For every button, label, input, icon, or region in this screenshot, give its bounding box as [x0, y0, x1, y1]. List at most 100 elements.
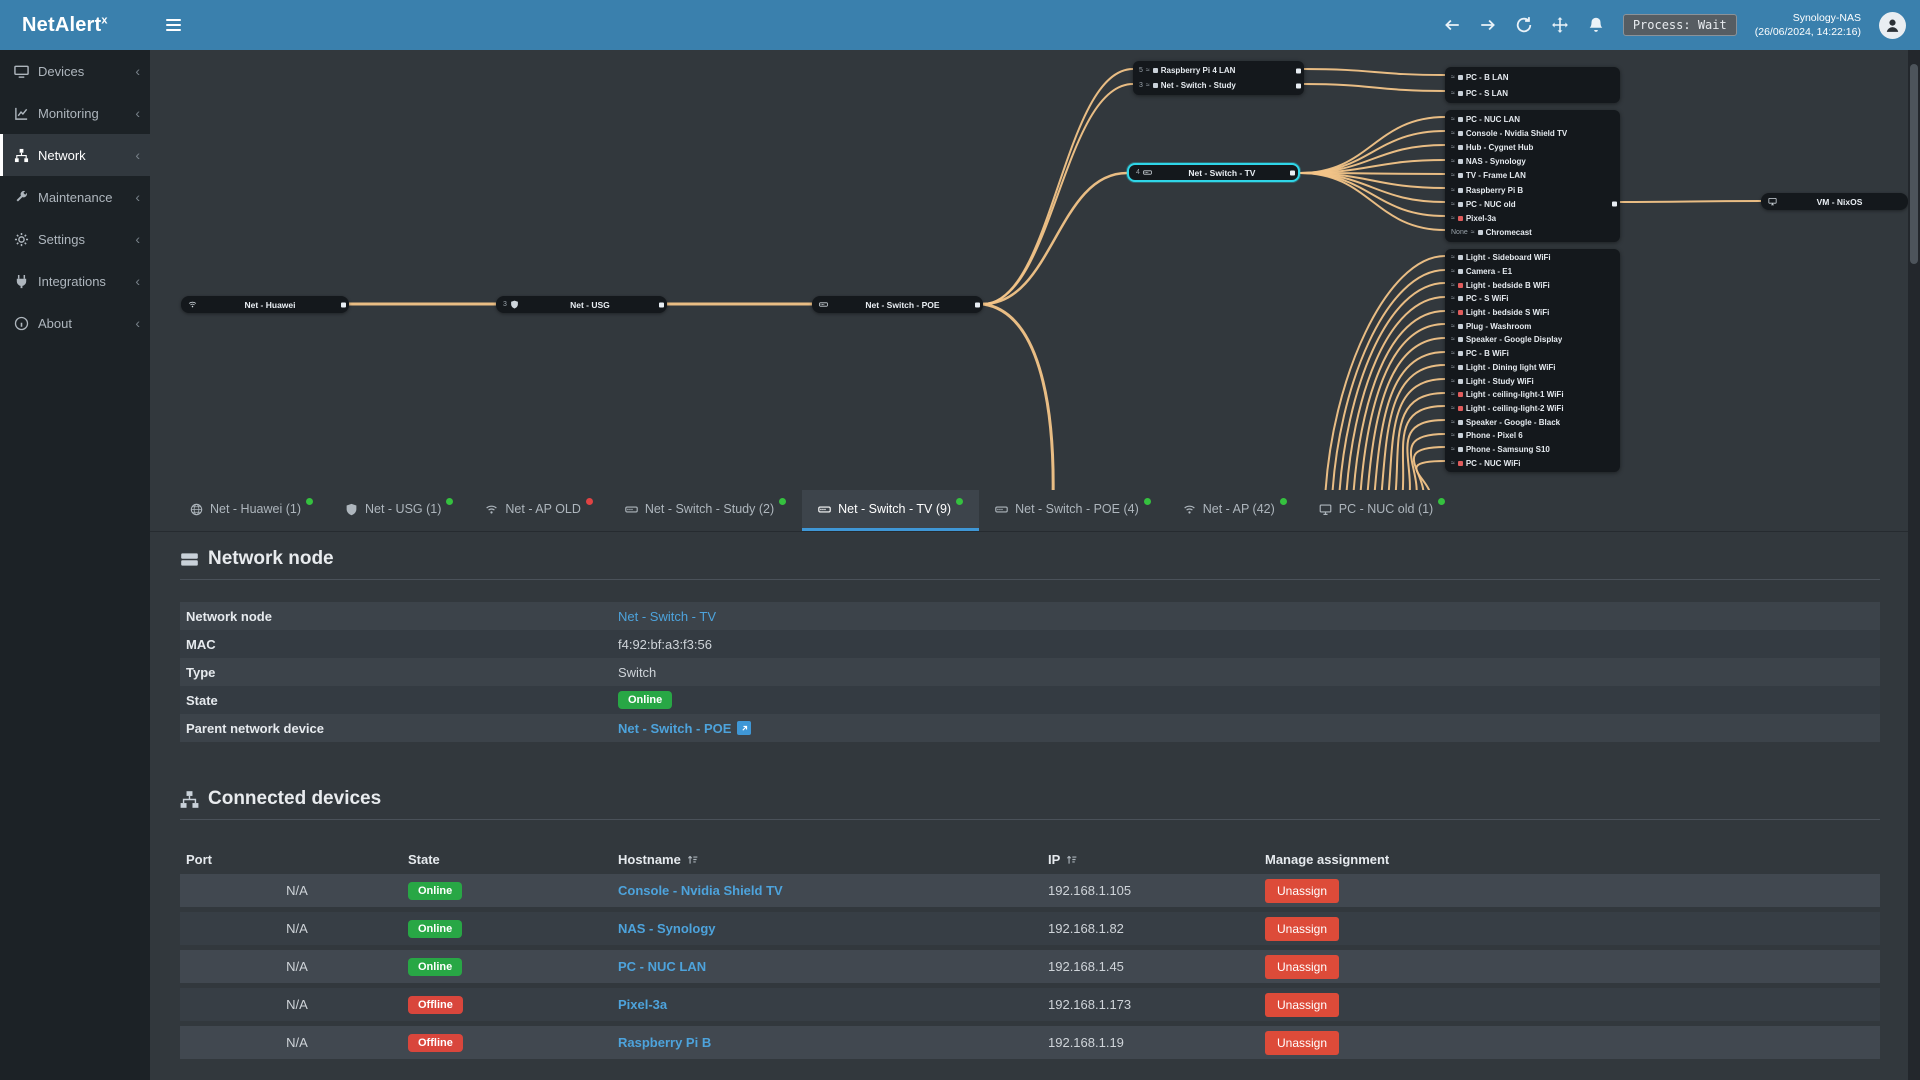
node-tabs: Net - Huawei (1) Net - USG (1) Net - AP OL… [150, 490, 1908, 532]
link-type-icon: ≈ [1451, 350, 1455, 358]
diagram-device[interactable]: ≈ PC - S LAN [1445, 85, 1620, 101]
diagram-device[interactable]: ≈ PC - NUC LAN [1445, 112, 1620, 126]
device-icon [1457, 74, 1463, 80]
device-label: Raspberry Pi B [1465, 185, 1524, 195]
chevron-left-icon [135, 315, 140, 331]
hostname-link[interactable]: Console - Nvidia Shield TV [618, 883, 783, 898]
refresh-icon[interactable] [1515, 16, 1533, 34]
diagram-device[interactable]: ≈ Speaker - Google - Black [1445, 415, 1620, 429]
sidebar-item-settings[interactable]: Settings [0, 218, 150, 260]
diagram-device[interactable]: ≈ Phone - Pixel 6 [1445, 429, 1620, 443]
node-link[interactable]: Net - Switch - POE [618, 721, 731, 736]
diagram-device[interactable]: ≈ Light - bedside S WiFi [1445, 306, 1620, 320]
tab-net-ap[interactable]: Net - AP (42) [1167, 490, 1303, 531]
sidebar-item-about[interactable]: About [0, 302, 150, 344]
diagram-device[interactable]: ≈ Raspberry Pi B [1445, 183, 1620, 197]
diagram-device[interactable]: ≈ Light - bedside B WiFi [1445, 278, 1620, 292]
diagram-device[interactable]: ≈ Camera - E1 [1445, 265, 1620, 279]
diagram-device[interactable]: None ≈ Chromecast [1445, 226, 1620, 240]
device-label: PC - NUC LAN [1465, 114, 1521, 124]
back-icon[interactable] [1443, 16, 1461, 34]
device-icon [1457, 433, 1463, 439]
avatar[interactable] [1879, 11, 1906, 39]
unassign-button[interactable]: Unassign [1265, 916, 1340, 941]
hostname-cell: Raspberry Pi B [618, 1035, 1048, 1050]
unassign-button[interactable]: Unassign [1265, 992, 1340, 1017]
diagram-device[interactable]: ≈ Light - Sideboard WiFi [1445, 251, 1620, 265]
diagram-device[interactable]: ≈ Phone - Samsung S10 [1445, 443, 1620, 457]
tab-label: Net - AP OLD [505, 502, 581, 516]
node-link[interactable]: Net - Switch - TV [618, 609, 716, 624]
tab-net-ap-old[interactable]: Net - AP OLD [469, 490, 609, 531]
diagram-device[interactable]: ≈ Console - Nvidia Shield TV [1445, 126, 1620, 140]
column-header-ip[interactable]: IP [1048, 852, 1265, 867]
tab-net-switch-poe[interactable]: Net - Switch - POE (4) [979, 490, 1167, 531]
app-logo[interactable]: NetAlertx [0, 14, 150, 37]
link-type-icon: ≈ [1145, 67, 1150, 74]
diagram-device[interactable]: ≈ Speaker - Google Display [1445, 333, 1620, 347]
diagram-device[interactable]: ≈ Light - ceiling-light-2 WiFi [1445, 402, 1620, 416]
sidebar-item-label: Maintenance [38, 189, 113, 205]
move-icon[interactable] [1551, 16, 1569, 34]
sort-icon[interactable] [1065, 853, 1078, 866]
diagram-device[interactable]: ≈ Hub - Cygnet Hub [1445, 140, 1620, 154]
diagram-device[interactable]: ≈ Light - Study WiFi [1445, 374, 1620, 388]
forward-icon[interactable] [1479, 16, 1497, 34]
diagram-device[interactable]: ≈ NAS - Synology [1445, 155, 1620, 169]
device-label: Light - ceiling-light-2 WiFi [1465, 403, 1564, 413]
diagram-device[interactable]: 3 ≈ Net - Switch - Study [1133, 78, 1304, 93]
diagram-device[interactable]: ≈ PC - NUC old [1445, 197, 1620, 211]
sidebar-item-maintenance[interactable]: Maintenance [0, 176, 150, 218]
diagram-device[interactable]: ≈ PC - B WiFi [1445, 347, 1620, 361]
unassign-button[interactable]: Unassign [1265, 954, 1340, 979]
port-cell: N/A [286, 1035, 308, 1050]
scrollbar-thumb[interactable] [1910, 64, 1918, 264]
state-cell: Online [408, 919, 618, 938]
hostname-link[interactable]: Raspberry Pi B [618, 1035, 711, 1050]
diagram-node-net-usg[interactable]: 3 Net - USG [496, 296, 667, 313]
state-cell: Offline [408, 995, 618, 1014]
tab-pc-nuc-old[interactable]: PC - NUC old (1) [1303, 490, 1461, 531]
device-label: Pixel-3a [1465, 213, 1497, 223]
diagram-node-net-huawei[interactable]: Net - Huawei [181, 296, 349, 313]
diagram-device[interactable]: ≈ PC - NUC WiFi [1445, 456, 1620, 470]
tab-net-usg[interactable]: Net - USG (1) [329, 490, 469, 531]
external-link-icon[interactable] [737, 721, 752, 735]
sort-icon[interactable] [686, 853, 699, 866]
process-status-badge: Process: Wait [1622, 14, 1737, 36]
hostname-link[interactable]: PC - NUC LAN [618, 959, 706, 974]
sidebar-item-monitoring[interactable]: Monitoring [0, 92, 150, 134]
diagram-node-vm-nixos[interactable]: VM - NixOS [1761, 193, 1908, 210]
app-title-sup: x [101, 13, 108, 26]
sidebar-item-integrations[interactable]: Integrations [0, 260, 150, 302]
tab-net-huawei[interactable]: Net - Huawei (1) [174, 490, 329, 531]
column-header-hostname[interactable]: Hostname [618, 852, 1048, 867]
menu-toggle-icon[interactable] [150, 0, 196, 50]
diagram-device[interactable]: ≈ Plug - Washroom [1445, 319, 1620, 333]
unassign-button[interactable]: Unassign [1265, 1030, 1340, 1055]
diagram-device[interactable]: ≈ PC - B LAN [1445, 69, 1620, 85]
sidebar-item-devices[interactable]: Devices [0, 50, 150, 92]
bell-icon[interactable] [1587, 16, 1605, 34]
diagram-device[interactable]: 5 ≈ Raspberry Pi 4 LAN [1133, 63, 1304, 78]
diagram-device[interactable]: ≈ TV - Frame LAN [1445, 169, 1620, 183]
diagram-node-net-switch-poe[interactable]: Net - Switch - POE [812, 296, 983, 313]
state-badge: Offline [408, 995, 463, 1014]
tab-net-switch-tv[interactable]: Net - Switch - TV (9) [802, 490, 980, 531]
sidebar-item-network[interactable]: Network [0, 134, 150, 176]
network-diagram[interactable]: Net - Huawei 3 Net - USG Net - Switch - POE… [150, 50, 1908, 490]
chevron-left-icon [135, 231, 140, 247]
diagram-device[interactable]: ≈ Pixel-3a [1445, 211, 1620, 225]
diagram-node-net-switch-tv[interactable]: 4 Net - Switch - TV [1127, 163, 1300, 182]
diagram-device[interactable]: ≈ Light - Dining light WiFi [1445, 361, 1620, 375]
device-icon [1457, 130, 1463, 136]
unassign-button[interactable]: Unassign [1265, 878, 1340, 903]
scrollbar[interactable] [1908, 50, 1920, 1080]
sitemap-icon [180, 790, 199, 809]
hostname-link[interactable]: Pixel-3a [618, 997, 667, 1012]
tab-net-switch-study[interactable]: Net - Switch - Study (2) [609, 490, 802, 531]
hostname-link[interactable]: NAS - Synology [618, 921, 716, 936]
diagram-device[interactable]: ≈ PC - S WiFi [1445, 292, 1620, 306]
detail-row: Type Switch [180, 658, 1880, 686]
diagram-device[interactable]: ≈ Light - ceiling-light-1 WiFi [1445, 388, 1620, 402]
